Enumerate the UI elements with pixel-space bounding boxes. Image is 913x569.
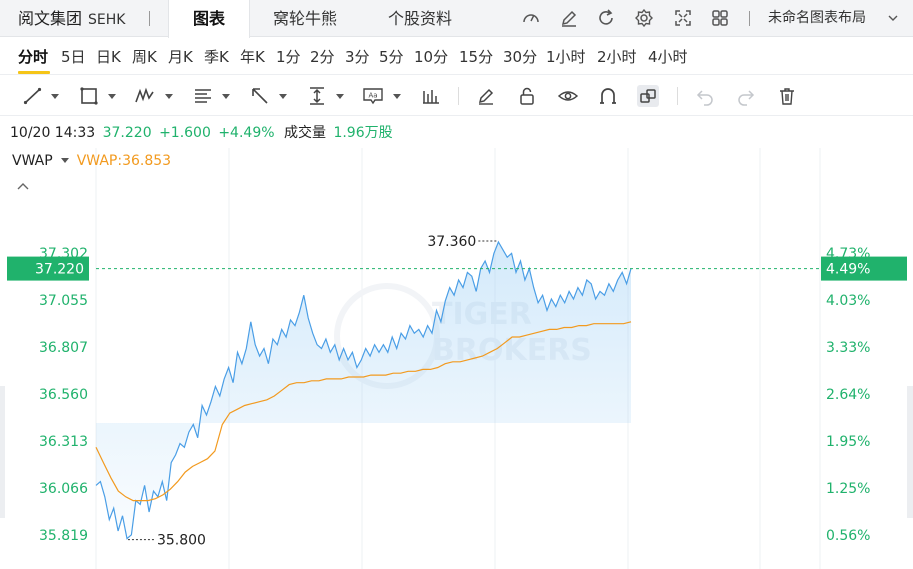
volume-label: 成交量	[284, 125, 326, 141]
period-4h[interactable]: 4小时	[648, 46, 688, 67]
period-yearly[interactable]: 年K	[240, 46, 265, 67]
right-scroll-edge[interactable]	[907, 386, 913, 518]
tab-warrants[interactable]: 窝轮牛熊	[258, 0, 352, 37]
chevron-down-icon[interactable]	[108, 94, 116, 99]
tab-separator	[149, 11, 150, 26]
price-area-fill	[96, 242, 631, 539]
quote-change-pct: +4.49%	[218, 125, 275, 141]
refresh-icon[interactable]	[596, 8, 616, 28]
speedometer-icon[interactable]	[521, 8, 541, 28]
pct-tick-label: 0.56%	[826, 528, 870, 544]
low-label: 35.800	[157, 533, 206, 549]
period-quarterly[interactable]: 季K	[204, 46, 229, 67]
indicator-row: VWAP VWAP:36.853	[12, 153, 171, 169]
chevron-down-icon[interactable]	[51, 94, 59, 99]
period-2m[interactable]: 2分	[310, 46, 335, 67]
rectangle-icon[interactable]	[78, 85, 100, 107]
pct-tick-label: 2.64%	[826, 387, 870, 403]
chevron-down-icon[interactable]	[393, 94, 401, 99]
price-tick-label: 35.819	[39, 528, 88, 544]
period-1m[interactable]: 1分	[276, 46, 301, 67]
period-3m[interactable]: 3分	[345, 46, 370, 67]
left-scroll-edge[interactable]	[0, 386, 5, 518]
undo-icon[interactable]	[694, 85, 716, 107]
stock-title[interactable]: 阅文集团 SEHK	[18, 0, 125, 37]
high-label: 37.360	[427, 234, 476, 250]
stock-name: 阅文集团	[18, 9, 83, 28]
brush-icon[interactable]	[475, 85, 497, 107]
period-intraday[interactable]: 分时	[18, 46, 48, 67]
settings-icon[interactable]	[634, 8, 654, 28]
price-tick-label: 37.055	[39, 293, 88, 309]
quote-time: 10/20 14:33	[10, 125, 96, 141]
indicators-icon[interactable]	[420, 85, 442, 107]
arrow-icon[interactable]	[249, 85, 271, 107]
price-tick-label: 36.807	[39, 340, 88, 356]
pct-tick-label: 1.95%	[826, 434, 870, 450]
drawing-toolbar: Aa	[0, 76, 913, 116]
period-5m[interactable]: 5分	[379, 46, 404, 67]
sync-icon[interactable]	[637, 85, 659, 107]
period-10m[interactable]: 10分	[414, 46, 448, 67]
period-2h[interactable]: 2小时	[597, 46, 637, 67]
tab-profile[interactable]: 个股资料	[370, 0, 470, 37]
grid-layout-icon[interactable]	[710, 8, 730, 28]
quote-change: +1.600	[159, 125, 211, 141]
active-period-underline	[18, 71, 50, 74]
magnet-icon[interactable]	[597, 85, 619, 107]
period-1h[interactable]: 1小时	[546, 46, 586, 67]
chevron-down-icon[interactable]	[336, 94, 344, 99]
fullscreen-icon[interactable]	[673, 8, 693, 28]
price-tick-label: 36.066	[39, 481, 88, 497]
layout-name[interactable]: 未命名图表布局	[768, 0, 866, 37]
period-monthly[interactable]: 月K	[168, 46, 193, 67]
pct-tick-label: 3.33%	[826, 340, 870, 356]
price-tick-label: 36.313	[39, 434, 88, 450]
chevron-down-icon[interactable]	[165, 94, 173, 99]
trend-line-icon[interactable]	[22, 85, 44, 107]
measure-icon[interactable]	[306, 85, 328, 107]
indicator-value: VWAP:36.853	[76, 153, 172, 169]
chevron-down-icon[interactable]	[60, 157, 69, 163]
lock-icon[interactable]	[516, 85, 538, 107]
pencil-icon[interactable]	[559, 8, 579, 28]
period-15m[interactable]: 15分	[459, 46, 493, 67]
price-tick-label: 36.560	[39, 387, 88, 403]
current-price-label: 37.220	[35, 262, 84, 278]
toolbar-separator	[458, 87, 459, 105]
tab-separator	[749, 11, 750, 26]
chevron-down-icon[interactable]	[279, 94, 287, 99]
period-5d[interactable]: 5日	[61, 46, 86, 67]
period-daily[interactable]: 日K	[96, 46, 121, 67]
pattern-icon[interactable]	[134, 85, 156, 107]
svg-text:Aa: Aa	[368, 92, 377, 100]
top-tab-bar: 阅文集团 SEHK 图表 窝轮牛熊 个股资料 未命名图表布局	[0, 0, 913, 38]
eye-icon[interactable]	[557, 85, 579, 107]
fib-retracement-icon[interactable]	[192, 85, 214, 107]
period-selector: 分时 5日 日K 周K 月K 季K 年K 1分 2分 3分 5分 10分 15分…	[0, 37, 913, 75]
stock-code: SEHK	[88, 12, 126, 28]
period-30m[interactable]: 30分	[503, 46, 537, 67]
chevron-down-icon[interactable]	[888, 15, 898, 22]
indicator-name[interactable]: VWAP	[12, 153, 53, 169]
redo-icon[interactable]	[735, 85, 757, 107]
volume-value: 1.96万股	[333, 125, 393, 141]
delete-icon[interactable]	[776, 85, 798, 107]
intraday-chart[interactable]: TIGERBROKERS35.81936.06636.31336.56036.8…	[0, 148, 913, 569]
chevron-down-icon[interactable]	[222, 94, 230, 99]
pct-tick-label: 1.25%	[826, 481, 870, 497]
text-annotation-icon[interactable]: Aa	[362, 85, 384, 107]
period-weekly[interactable]: 周K	[132, 46, 157, 67]
quote-price: 37.220	[102, 125, 152, 141]
pct-tick-label: 4.03%	[826, 293, 870, 309]
chevron-up-icon[interactable]	[17, 182, 29, 190]
toolbar-separator	[677, 87, 678, 105]
tab-chart[interactable]: 图表	[168, 0, 250, 38]
quote-line: 10/20 14:33 37.220 +1.600 +4.49% 成交量 1.9…	[10, 122, 396, 142]
current-pct-label: 4.49%	[826, 262, 870, 278]
